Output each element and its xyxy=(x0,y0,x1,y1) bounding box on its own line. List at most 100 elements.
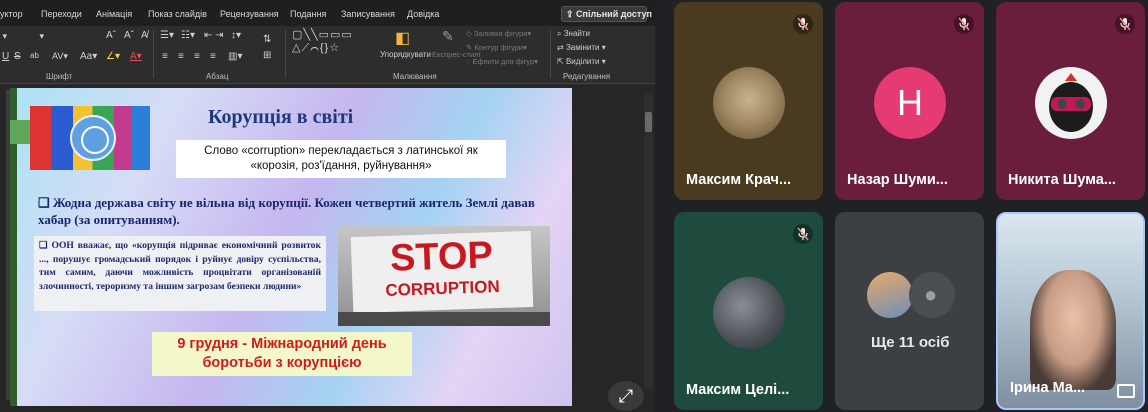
avatar: ● xyxy=(909,272,955,318)
tab-recording[interactable]: Записування xyxy=(341,9,395,19)
participant-tile-active[interactable]: Ірина Ма... xyxy=(996,212,1145,410)
slide-canvas[interactable]: Корупція в світі Слово «corruption» пере… xyxy=(10,88,572,406)
find-label: Знайти xyxy=(563,29,591,38)
participant-tile[interactable]: Максим Крач... xyxy=(674,2,823,200)
group-paragraph-label: Абзац xyxy=(206,72,229,81)
mic-muted-icon xyxy=(1115,14,1135,34)
select-button[interactable]: ⇱ Виділити ▾ xyxy=(557,57,606,66)
arrange-icon[interactable]: ◧ xyxy=(395,28,410,48)
more-participants-tile[interactable]: ● Ще 11 осіб xyxy=(835,212,984,410)
mic-muted-icon xyxy=(793,14,813,34)
tab-view[interactable]: Подання xyxy=(290,9,326,19)
crowd-silhouette xyxy=(338,312,550,326)
text-direction-icon[interactable]: ⇅ xyxy=(263,34,271,45)
quick-styles-icon[interactable]: ✎ xyxy=(442,28,454,45)
vertical-scrollbar[interactable] xyxy=(644,93,653,388)
scrollbar-thumb[interactable] xyxy=(645,112,652,132)
avatar xyxy=(713,277,785,349)
definition-line-1: Слово «corruption» перекладається з лати… xyxy=(204,145,478,157)
avatar xyxy=(867,272,913,318)
definition-box: Слово «corruption» перекладається з лати… xyxy=(176,140,506,178)
outline-label: Контур фігури xyxy=(474,43,524,52)
slide-title: Корупція в світі xyxy=(208,106,354,128)
replace-button[interactable]: ⇄ Замінити ▾ xyxy=(557,43,606,52)
justify-icon[interactable]: ≡ xyxy=(210,51,216,62)
divider xyxy=(285,30,286,78)
participant-name: Никита Шума... xyxy=(1008,172,1116,188)
indent-icon[interactable]: ⇤ ⇥ xyxy=(204,30,224,41)
clear-format-icon[interactable]: A̸ xyxy=(141,30,148,41)
mic-muted-icon xyxy=(793,224,813,244)
find-button[interactable]: ⌕ Знайти xyxy=(557,29,590,39)
more-participants-label: Ще 11 осіб xyxy=(871,334,950,351)
apple-icon: ● xyxy=(924,282,938,307)
fill-label: Заливка фігури xyxy=(473,29,528,38)
participant-video xyxy=(1030,270,1116,390)
tab-animation[interactable]: Анімація xyxy=(96,9,132,19)
participant-tile[interactable]: Никита Шума... xyxy=(996,2,1145,200)
numbering-icon[interactable]: ☷▾ xyxy=(181,30,195,41)
grow-font-icon[interactable]: Aˆ xyxy=(106,30,116,41)
statement-paragraph: ❑ Жодна держава світу не вільна від кору… xyxy=(38,195,535,227)
effects-label: Ефекти для фігур xyxy=(472,57,535,66)
ribbon-tabs: уктор Переходи Анімація Показ слайдів Ре… xyxy=(0,0,655,26)
expand-icon[interactable]: ⤢ xyxy=(608,381,644,411)
text-spacing-icon[interactable]: AV▾ xyxy=(52,51,68,62)
pin-icon[interactable] xyxy=(1117,384,1135,398)
shrink-font-icon[interactable]: Aˇ xyxy=(124,30,134,41)
tab-help[interactable]: Довідка xyxy=(407,9,439,19)
ribbon: ▾ ▾ Aˆ Aˇ A̸ U S ab AV▾ Aa▾ ∠▾ A▾ Шрифт … xyxy=(0,26,655,84)
participant-tile[interactable]: Максим Целі... xyxy=(674,212,823,410)
effects-button[interactable]: ◌ Ефекти для фігур▾ xyxy=(466,57,538,66)
divider xyxy=(153,30,154,78)
line-spacing-icon[interactable]: ↕▾ xyxy=(231,30,241,41)
avatar: Н xyxy=(874,67,946,139)
share-button-label: Спільний доступ xyxy=(576,9,652,19)
un-quote-box: ❑ ООН вважає, що «корупція підриває екон… xyxy=(34,236,326,311)
strikethrough-icon[interactable]: S xyxy=(14,51,21,62)
outline-button[interactable]: ✎ Контур фігури▾ xyxy=(466,43,527,52)
bullets-icon[interactable]: ☰▾ xyxy=(160,30,174,41)
stop-sign: STOP CORRUPTION xyxy=(350,230,534,314)
avatar-initial: Н xyxy=(897,82,923,123)
arrange-button[interactable]: Упорядкувати xyxy=(380,50,431,59)
shared-screen: уктор Переходи Анімація Показ слайдів Ре… xyxy=(0,0,655,412)
date-line-1: 9 грудня - Міжнародний день xyxy=(177,336,387,352)
tab-review[interactable]: Рецензування xyxy=(220,9,279,19)
participant-tile[interactable]: Н Назар Шуми... xyxy=(835,2,984,200)
shapes-gallery[interactable]: ▢╲╲▭▭▭ △⟋⌒{}☆ xyxy=(292,28,353,55)
font-size-field[interactable]: ▾ ▾ xyxy=(0,31,45,42)
group-editing-label: Редагування xyxy=(563,72,611,81)
divider xyxy=(550,30,551,78)
columns-icon[interactable]: ▥▾ xyxy=(228,51,242,62)
participant-name: Максим Крач... xyxy=(686,172,792,188)
avatar xyxy=(713,67,785,139)
anti-corruption-day-box: 9 грудня - Міжнародний день боротьби з к… xyxy=(152,332,412,376)
align-center-icon[interactable]: ≡ xyxy=(178,51,184,62)
participant-name: Максим Целі... xyxy=(686,382,790,398)
tab-slideshow[interactable]: Показ слайдів xyxy=(148,9,207,19)
helmet-icon xyxy=(1049,73,1093,132)
tab-transitions[interactable]: Переходи xyxy=(41,9,82,19)
font-color-icon[interactable]: A▾ xyxy=(130,51,142,62)
tab-design[interactable]: уктор xyxy=(0,9,23,19)
change-case-icon[interactable]: Aa▾ xyxy=(80,51,97,62)
replace-label: Замінити xyxy=(565,43,600,52)
share-button[interactable]: ⇪ Спільний доступ xyxy=(561,6,652,22)
align-text-icon[interactable]: ⊞ xyxy=(263,50,271,61)
participant-name: Назар Шуми... xyxy=(847,172,948,188)
group-drawing-label: Малювання xyxy=(393,72,437,81)
un-flags-image xyxy=(30,106,150,170)
stop-text: STOP xyxy=(389,234,494,280)
underline-icon[interactable]: U xyxy=(2,51,9,62)
align-left-icon[interactable]: ≡ xyxy=(162,51,168,62)
definition-line-2: «корозія, роз'їдання, руйнування» xyxy=(250,160,432,172)
stop-corruption-image: STOP CORRUPTION xyxy=(338,226,550,326)
date-line-2: боротьби з корупцією xyxy=(202,355,362,371)
mic-muted-icon xyxy=(954,14,974,34)
align-right-icon[interactable]: ≡ xyxy=(194,51,200,62)
char-spacing-icon[interactable]: ab xyxy=(30,51,39,60)
fill-button[interactable]: ◇ Заливка фігури▾ xyxy=(466,29,531,38)
slide-workarea: Корупція в світі Слово «corruption» пере… xyxy=(0,85,655,412)
highlight-icon[interactable]: ∠▾ xyxy=(106,51,120,62)
